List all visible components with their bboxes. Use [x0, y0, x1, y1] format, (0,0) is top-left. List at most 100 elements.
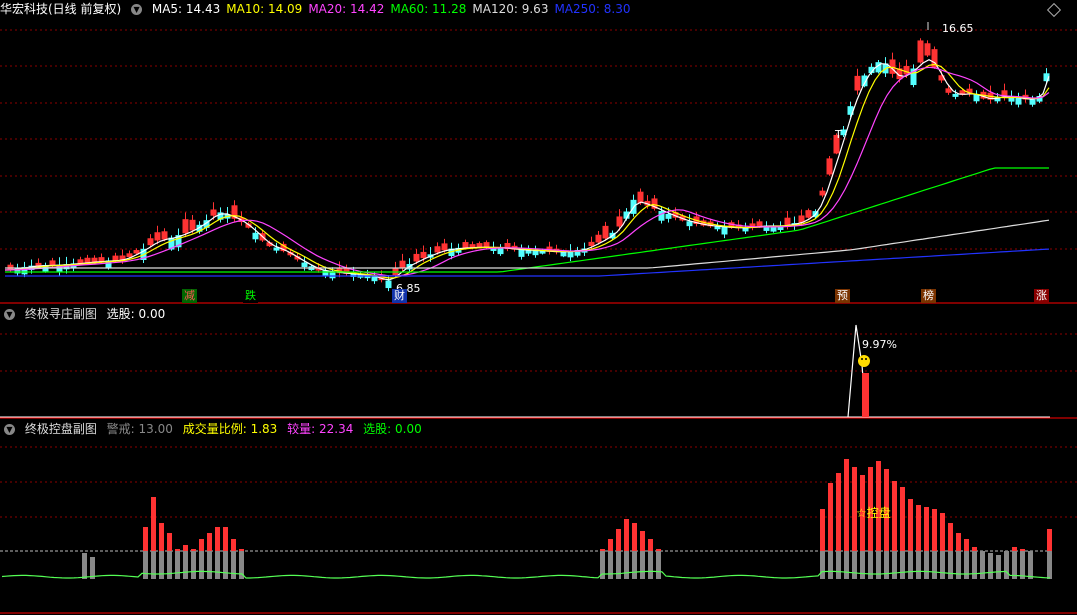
- volume-bar-alert: [828, 483, 833, 551]
- volume-bar-alert: [836, 473, 841, 551]
- candle-body: [399, 260, 406, 269]
- volume-bar-alert: [1012, 547, 1017, 551]
- collapse-arrow-icon[interactable]: ▼: [4, 424, 15, 435]
- candle-body: [371, 276, 378, 282]
- candle-body: [973, 94, 980, 102]
- volume-bar: [175, 551, 180, 579]
- candle-body: [686, 221, 693, 227]
- volume-bar-alert: [207, 533, 212, 551]
- volume-bar: [143, 551, 148, 579]
- candle-body: [924, 43, 931, 56]
- candle-body: [252, 232, 259, 240]
- volume-bar: [940, 551, 945, 579]
- volume-bar-alert: [223, 527, 228, 551]
- main-legend: 华宏科技(日线 前复权) ▼ MA5: 14.43 MA10: 14.09 MA20…: [0, 0, 643, 18]
- volume-bar: [151, 551, 156, 579]
- candle-body: [602, 225, 609, 239]
- volume-bar-alert: [892, 481, 897, 551]
- candle-body: [301, 262, 308, 268]
- volume-bar-alert: [231, 539, 236, 551]
- volume-bar-alert: [239, 549, 244, 551]
- candle-body: [595, 234, 602, 243]
- sub-panel-1[interactable]: 9.97% ▼ 终极寻庄副图 选股: 0.00: [0, 305, 1077, 420]
- volume-bar-alert: [600, 549, 605, 551]
- volume-bar-alert: [199, 539, 204, 551]
- signal-tag: 减: [182, 289, 197, 303]
- candle-body: [273, 247, 280, 251]
- sub2-chart[interactable]: ☆控盘: [0, 420, 1077, 615]
- candle-body: [133, 250, 140, 254]
- volume-bar-alert: [900, 487, 905, 551]
- volume-bar: [632, 551, 637, 579]
- candle-body: [385, 280, 392, 289]
- volume-bar: [828, 551, 833, 579]
- candle-body: [462, 242, 469, 249]
- ma120-line: [5, 219, 1050, 269]
- ma-legend-item: MA10: 14.09: [226, 2, 303, 16]
- volume-bar-alert: [656, 549, 661, 551]
- candle-body: [154, 232, 161, 241]
- volume-bar-alert: [916, 505, 921, 551]
- candle-body: [98, 257, 105, 262]
- volume-bar: [852, 551, 857, 579]
- collapse-arrow-icon[interactable]: ▼: [4, 309, 15, 320]
- candle-body: [392, 267, 399, 276]
- ma-legend-item: MA5: 14.43: [151, 2, 221, 16]
- volume-bar: [191, 551, 196, 579]
- volume-bar-alert: [956, 533, 961, 551]
- volume-bar-alert: [191, 549, 196, 551]
- main-price-panel[interactable]: 16.65 6.85 T 华宏科技(日线 前复权) ▼ MA5: 14.43 MA10…: [0, 0, 1077, 305]
- sub2-legend: ▼ 终极控盘副图 警戒: 13.00 成交量比例: 1.83 较量: 22.34…: [0, 420, 428, 438]
- candle-body: [518, 249, 525, 257]
- collapse-arrow-icon[interactable]: ▼: [131, 4, 143, 15]
- volume-bar: [648, 551, 653, 579]
- volume-bar: [924, 551, 929, 579]
- sub-panel-2[interactable]: ☆控盘 ▼ 终极控盘副图 警戒: 13.00 成交量比例: 1.83 较量: 2…: [0, 420, 1077, 615]
- volume-bar-alert: [624, 519, 629, 551]
- candle-body: [616, 216, 623, 227]
- volume-bar: [820, 551, 825, 579]
- volume-bar-alert: [143, 527, 148, 551]
- candle-body: [49, 260, 56, 266]
- volume-bar: [900, 551, 905, 579]
- candle-body: [798, 215, 805, 223]
- volume-bar: [616, 551, 621, 579]
- signal-tag: 涨: [1034, 289, 1049, 303]
- candle-body: [483, 242, 490, 248]
- volume-bar: [159, 551, 164, 579]
- volume-bar: [82, 553, 87, 579]
- volume-bar: [223, 551, 228, 579]
- price-chart[interactable]: 16.656.85T: [0, 0, 1077, 305]
- volume-bar-alert: [972, 547, 977, 551]
- volume-bar-alert: [648, 539, 653, 551]
- volume-bar: [1028, 551, 1033, 579]
- volume-bar: [656, 551, 661, 579]
- volume-bar: [836, 551, 841, 579]
- volume-bar-alert: [159, 523, 164, 551]
- high-label: 16.65: [942, 22, 974, 35]
- candle-body: [1029, 99, 1036, 105]
- candle-body: [560, 251, 567, 257]
- volume-bar: [183, 551, 188, 579]
- candle-body: [77, 259, 84, 264]
- candle-body: [91, 257, 98, 263]
- candle-body: [497, 247, 504, 255]
- volume-bar: [892, 551, 897, 579]
- volume-bar: [908, 551, 913, 579]
- volume-bar-alert: [1047, 529, 1052, 551]
- volume-bar-alert: [924, 507, 929, 551]
- volume-bar: [167, 551, 172, 579]
- candle-body: [1015, 97, 1022, 105]
- volume-bar: [215, 551, 220, 579]
- candle-body: [784, 217, 791, 226]
- sub1-value: 选股: 0.00: [106, 307, 166, 321]
- candle-body: [147, 238, 154, 246]
- candle-body: [126, 253, 133, 258]
- sub2-warn: 警戒: 13.00: [106, 422, 173, 436]
- volume-bar: [948, 551, 953, 579]
- volume-bar: [884, 551, 889, 579]
- sub1-legend: ▼ 终极寻庄副图 选股: 0.00: [0, 305, 171, 323]
- volume-bar: [964, 551, 969, 579]
- ma60-line: [5, 167, 1049, 273]
- candle-body: [819, 190, 826, 196]
